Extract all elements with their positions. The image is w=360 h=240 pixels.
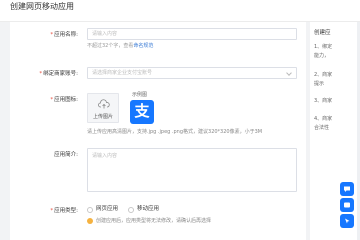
alipay-logo: 支 [130,100,154,124]
message-button[interactable] [340,198,354,212]
merchant-label: *绑定商家账号: [39,71,78,77]
merchant-select-placeholder: 请选择商家企业支付宝账号 [92,70,153,76]
app-name-label: *应用名称: [50,32,78,38]
upload-image-button[interactable]: 上传图片 [87,93,119,123]
pin-button[interactable] [340,214,354,228]
chat-button[interactable] [340,182,354,196]
help-line: 1、绑定 [314,44,333,50]
merchant-select[interactable]: 请选择商家企业支付宝账号 [87,67,297,79]
intro-textarea[interactable]: 请输入内容 [87,148,297,192]
mobile-app-radio[interactable] [128,207,134,213]
upload-cloud-icon [98,99,110,109]
app-type-warning: 创建应用后，应用类型将无法修改，请确认后再选择 [96,218,212,224]
help-line: 3、商家 [314,98,333,104]
naming-rules-link[interactable]: 命名规范 [133,43,153,49]
example-label: 示例图 [132,92,148,98]
mobile-app-radio-label[interactable]: 移动应用 [137,206,159,213]
page-header: 创建网页移动应用 [0,0,360,22]
help-line: 提示 [314,81,325,87]
app-name-hint: 不超过32个字，查看命名规范 [87,43,154,49]
app-name-input[interactable]: 请输入内容 [87,28,297,40]
icon-hint: 请上传应用高清图片，支持.jpg .jpeg .png格式，建议320*320像… [87,129,263,135]
help-line: 能力， [314,53,330,59]
icon-label: *应用图标: [50,97,78,103]
message-icon [344,202,350,208]
warning-icon [87,218,93,224]
page-title: 创建网页移动应用 [10,2,74,11]
intro-label: 应用简介: [54,152,78,158]
chat-icon [344,186,350,192]
web-app-radio[interactable] [87,207,93,213]
help-line: 2、商家 [314,72,333,78]
pin-icon [345,218,350,224]
app-type-label: *应用类型: [50,208,78,214]
help-line: 合法性 [314,125,330,131]
help-title: 创建应 [314,30,331,36]
web-app-radio-label[interactable]: 网页应用 [96,206,118,213]
help-line: 4、商家 [314,116,333,122]
upload-image-label: 上传图片 [92,114,113,120]
chevron-down-icon [286,70,292,76]
alipay-logo-glyph: 支 [134,102,150,120]
